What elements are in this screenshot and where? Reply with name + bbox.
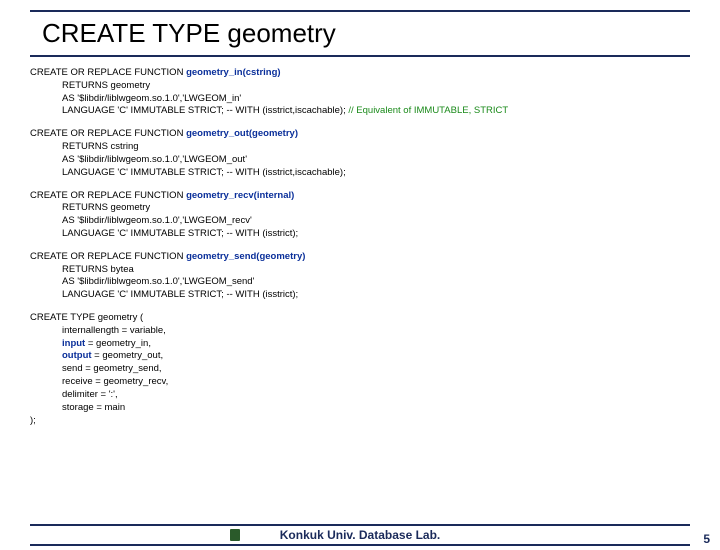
title-rule (30, 55, 690, 57)
code-line: AS '$libdir/liblwgeom.so.1.0','LWGEOM_in… (62, 93, 690, 106)
ctype-head: CREATE TYPE geometry ( (30, 312, 690, 325)
create-type-block: CREATE TYPE geometry ( internallength = … (30, 312, 690, 427)
output-rest: = geometry_out, (92, 350, 164, 361)
head-pre-text: CREATE OR REPLACE FUNCTION (30, 128, 186, 139)
language-text: LANGUAGE 'C' IMMUTABLE STRICT; -- WITH (… (62, 167, 346, 178)
code-line: RETURNS geometry (62, 80, 690, 93)
language-line: LANGUAGE 'C' IMMUTABLE STRICT; -- WITH (… (62, 289, 690, 302)
slide-title: CREATE TYPE geometry (30, 12, 690, 55)
code-line: AS '$libdir/liblwgeom.so.1.0','LWGEOM_se… (62, 276, 690, 289)
ctype-output-line: output = geometry_out, (62, 350, 690, 363)
ctype-line: receive = geometry_recv, (62, 376, 690, 389)
code-line: RETURNS geometry (62, 202, 690, 215)
ctype-close: ); (30, 415, 690, 428)
code-line: RETURNS bytea (62, 264, 690, 277)
ctype-line: delimiter = ':', (62, 389, 690, 402)
footer: Konkuk Univ. Database Lab. (0, 524, 720, 550)
output-keyword: output (62, 350, 92, 361)
function-name: geometry_recv(internal) (186, 190, 294, 201)
logo-icon (230, 529, 240, 541)
head-pre-text: CREATE OR REPLACE FUNCTION (30, 67, 186, 78)
code-line: RETURNS cstring (62, 141, 690, 154)
function-body: RETURNS cstringAS '$libdir/liblwgeom.so.… (30, 141, 690, 179)
function-block: CREATE OR REPLACE FUNCTION geometry_send… (30, 251, 690, 302)
function-body: RETURNS geometryAS '$libdir/liblwgeom.so… (30, 80, 690, 118)
function-name: geometry_out(geometry) (186, 128, 298, 139)
function-head: CREATE OR REPLACE FUNCTION geometry_send… (30, 251, 690, 264)
head-pre-text: CREATE OR REPLACE FUNCTION (30, 251, 186, 262)
language-line: LANGUAGE 'C' IMMUTABLE STRICT; -- WITH (… (62, 105, 690, 118)
input-rest: = geometry_in, (85, 338, 151, 349)
ctype-line: send = geometry_send, (62, 363, 690, 376)
language-line: LANGUAGE 'C' IMMUTABLE STRICT; -- WITH (… (62, 228, 690, 241)
ctype-input-line: input = geometry_in, (62, 338, 690, 351)
language-text: LANGUAGE 'C' IMMUTABLE STRICT; -- WITH (… (62, 289, 298, 300)
ctype-line: storage = main (62, 402, 690, 415)
function-head: CREATE OR REPLACE FUNCTION geometry_out(… (30, 128, 690, 141)
ctype-line: internallength = variable, (62, 325, 690, 338)
code-line: AS '$libdir/liblwgeom.so.1.0','LWGEOM_re… (62, 215, 690, 228)
language-text: LANGUAGE 'C' IMMUTABLE STRICT; -- WITH (… (62, 105, 348, 116)
language-text: LANGUAGE 'C' IMMUTABLE STRICT; -- WITH (… (62, 228, 298, 239)
comment-text: // Equivalent of IMMUTABLE, STRICT (348, 105, 508, 116)
function-head: CREATE OR REPLACE FUNCTION geometry_in(c… (30, 67, 690, 80)
function-block: CREATE OR REPLACE FUNCTION geometry_out(… (30, 128, 690, 179)
function-body: RETURNS byteaAS '$libdir/liblwgeom.so.1.… (30, 264, 690, 302)
head-pre-text: CREATE OR REPLACE FUNCTION (30, 190, 186, 201)
input-keyword: input (62, 338, 85, 349)
page-number: 5 (703, 532, 710, 546)
function-name: geometry_in(cstring) (186, 67, 281, 78)
code-line: AS '$libdir/liblwgeom.so.1.0','LWGEOM_ou… (62, 154, 690, 167)
function-head: CREATE OR REPLACE FUNCTION geometry_recv… (30, 190, 690, 203)
function-block: CREATE OR REPLACE FUNCTION geometry_recv… (30, 190, 690, 241)
function-block: CREATE OR REPLACE FUNCTION geometry_in(c… (30, 67, 690, 118)
content-area: CREATE OR REPLACE FUNCTION geometry_in(c… (0, 67, 720, 427)
function-body: RETURNS geometryAS '$libdir/liblwgeom.so… (30, 202, 690, 240)
function-name: geometry_send(geometry) (186, 251, 305, 262)
language-line: LANGUAGE 'C' IMMUTABLE STRICT; -- WITH (… (62, 167, 690, 180)
